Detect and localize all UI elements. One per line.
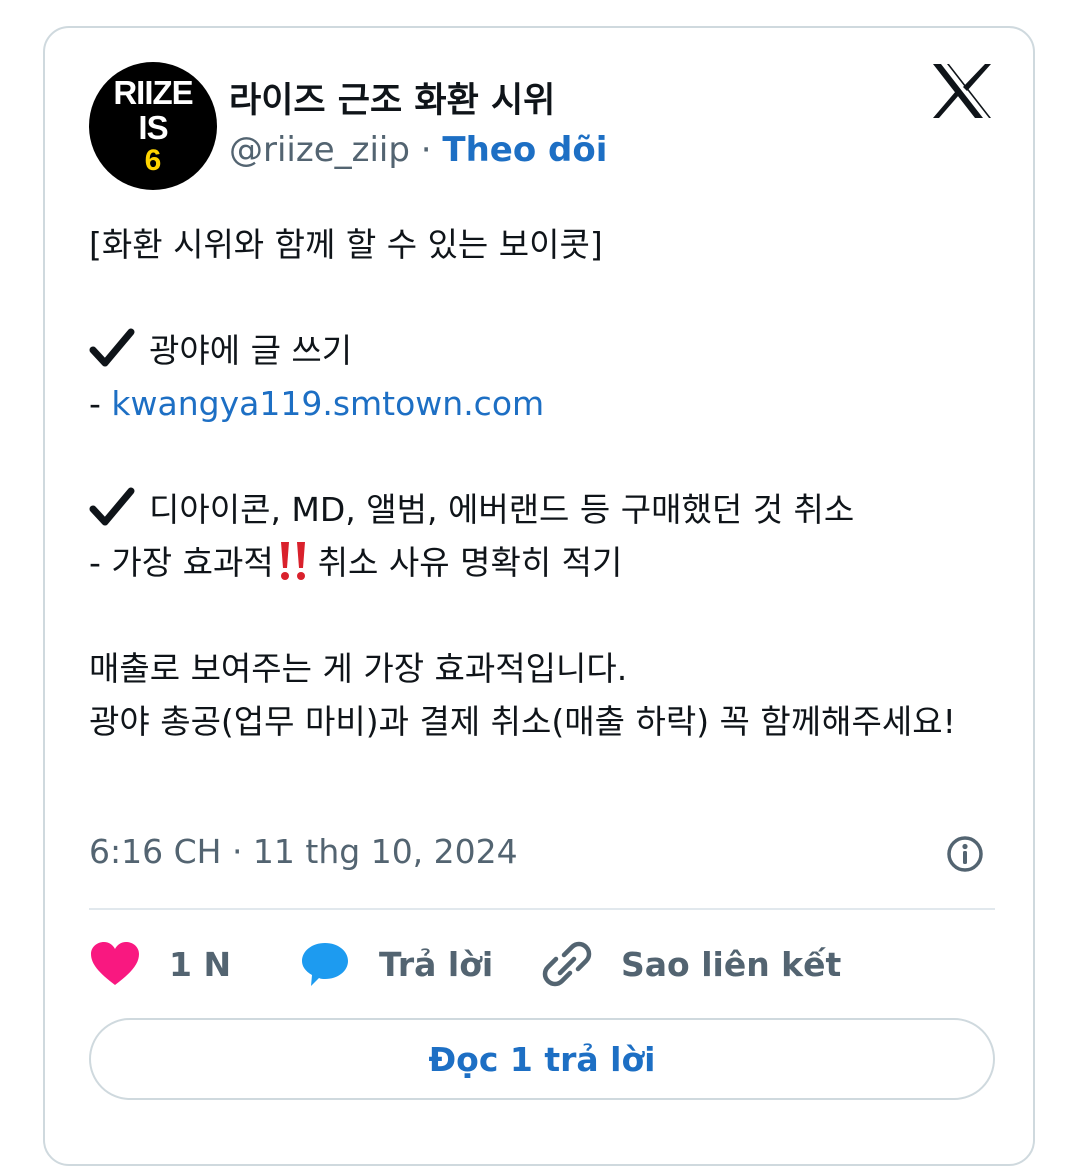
avatar-text-line3: 6 xyxy=(144,144,162,177)
like-count: 1 N xyxy=(169,944,232,984)
copy-link-button[interactable]: Sao liên kết xyxy=(541,940,841,988)
tweet-text: [화환 시위와 함께 할 수 있는 보이콧] 광야에 글 쓰기 - kwangy… xyxy=(89,218,1009,748)
tweet-line-2-text: 광야에 글 쓰기 xyxy=(149,331,353,370)
reply-button[interactable]: Trả lời xyxy=(299,940,541,988)
tweet-line-5-a: - 가장 효과적 xyxy=(89,543,274,582)
tweet-line-7: 광야 총공(업무 마비)과 결제 취소(매출 하락) 꼭 함께해주세요! xyxy=(89,702,956,741)
reply-label: Trả lời xyxy=(379,944,494,984)
tweet-line-4-text: 디아이콘, MD, 앨범, 에버랜드 등 구매했던 것 취소 xyxy=(149,490,855,529)
tweet-line-3-prefix: - xyxy=(89,384,112,423)
tweet-line-6: 매출로 보여주는 게 가장 효과적입니다. xyxy=(89,649,628,688)
tweet-timestamp[interactable]: 6:16 CH · 11 thg 10, 2024 xyxy=(89,832,518,871)
display-name[interactable]: 라이즈 근조 화환 시위 xyxy=(229,72,555,123)
info-icon[interactable] xyxy=(945,834,985,874)
user-handle[interactable]: @riize_ziip xyxy=(229,130,410,170)
heart-icon xyxy=(91,942,139,985)
handle-row: @riize_ziip · Theo dõi xyxy=(229,130,607,170)
tweet-line-2: 광야에 글 쓰기 xyxy=(89,324,1009,377)
avatar-text-line2: IS xyxy=(138,109,168,146)
tweet-line-4: 디아이콘, MD, 앨범, 에버랜드 등 구매했던 것 취소 xyxy=(89,483,1009,536)
x-logo-icon[interactable] xyxy=(931,62,993,120)
tweet-line-5-b: 취소 사유 명확히 적기 xyxy=(317,543,623,582)
like-button[interactable]: 1 N xyxy=(89,940,299,988)
tweet-line-3: - kwangya119.smtown.com xyxy=(89,377,1009,430)
read-replies-button[interactable]: Đọc 1 trả lời xyxy=(89,1018,995,1100)
avatar-text-line1: RIIZE xyxy=(113,74,193,111)
check-mark-icon xyxy=(89,487,135,526)
divider xyxy=(89,908,995,910)
copy-link-label: Sao liên kết xyxy=(621,944,842,984)
tweet-card: RIIZE IS 6 라이즈 근조 화환 시위 @riize_ziip · Th… xyxy=(43,26,1035,1166)
tweet-line-1: [화환 시위와 함께 할 수 있는 보이콧] xyxy=(89,225,603,264)
reply-bubble-icon xyxy=(302,943,348,986)
follow-button[interactable]: Theo dõi xyxy=(442,130,607,170)
check-mark-icon xyxy=(89,328,135,367)
tweet-line-5: - 가장 효과적 취소 사유 명확히 적기 xyxy=(89,536,1009,589)
avatar[interactable]: RIIZE IS 6 xyxy=(89,62,217,190)
link-icon xyxy=(542,941,592,987)
handle-separator: · xyxy=(409,130,443,170)
action-bar: 1 N Trả lời Sao liên kết xyxy=(89,938,841,990)
double-exclamation-icon xyxy=(280,542,305,580)
kwangya-link[interactable]: kwangya119.smtown.com xyxy=(111,384,544,423)
